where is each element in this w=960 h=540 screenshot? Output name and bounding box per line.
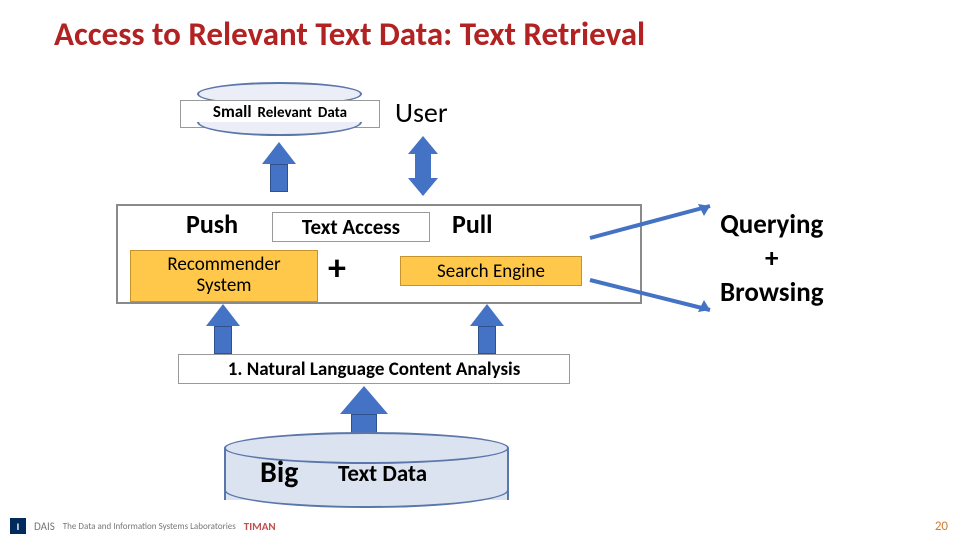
recommender-system-box: Recommender System bbox=[130, 250, 318, 302]
search-engine-box: Search Engine bbox=[400, 256, 582, 286]
arrow-up-recommender bbox=[206, 304, 240, 354]
relevant-label: Relevant bbox=[258, 104, 312, 122]
timan-label: TIMAN bbox=[244, 520, 276, 533]
slide-title: Access to Relevant Text Data: Text Retri… bbox=[54, 14, 645, 54]
recommender-l2: System bbox=[197, 276, 252, 297]
browsing-label: Browsing bbox=[720, 276, 824, 310]
arrow-double-user bbox=[408, 136, 438, 196]
nlca-box: 1. Natural Language Content Analysis bbox=[178, 354, 570, 384]
plus-middle: + bbox=[328, 246, 346, 290]
footer-logos: I DAIS The Data and Information Systems … bbox=[10, 518, 276, 534]
querying-label: Querying bbox=[720, 208, 824, 242]
dais-label: DAIS bbox=[34, 520, 55, 533]
arrow-up-left bbox=[262, 142, 296, 192]
arrow-diag-up bbox=[590, 200, 730, 245]
text-data-label: Text Data bbox=[338, 460, 427, 488]
recommender-l1: Recommender bbox=[167, 255, 280, 276]
user-label: User bbox=[395, 95, 448, 130]
arrow-up-search bbox=[470, 304, 504, 354]
big-cylinder-bottom bbox=[224, 490, 509, 508]
illinois-logo-icon: I bbox=[10, 518, 26, 534]
side-plus: + bbox=[720, 242, 824, 276]
push-label: Push bbox=[186, 208, 238, 240]
lab-label: The Data and Information Systems Laborat… bbox=[63, 521, 236, 532]
side-text-block: Querying + Browsing bbox=[720, 208, 824, 309]
small-data-cylinder-bottom bbox=[197, 122, 362, 136]
big-label: Big bbox=[260, 454, 298, 491]
page-number: 20 bbox=[935, 519, 948, 534]
slide-root: Access to Relevant Text Data: Text Retri… bbox=[0, 0, 960, 540]
data-label: Data bbox=[318, 104, 347, 122]
text-access-box: Text Access bbox=[272, 212, 430, 242]
arrow-diag-down bbox=[590, 276, 730, 321]
pull-label: Pull bbox=[452, 208, 493, 240]
small-label: Small bbox=[213, 101, 252, 122]
